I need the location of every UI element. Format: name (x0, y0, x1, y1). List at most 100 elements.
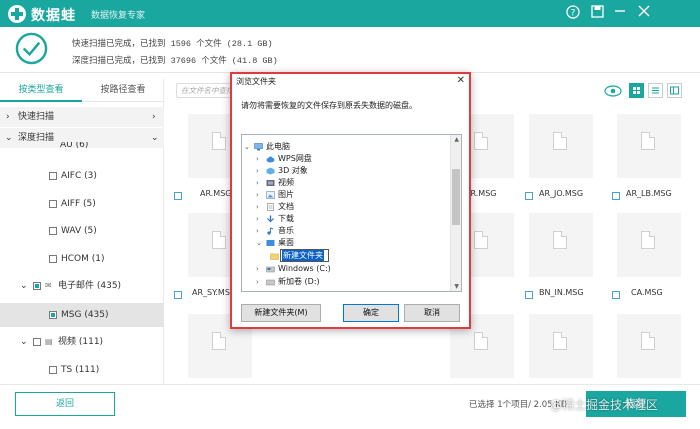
browse-folder-dialog: 浏览文件夹 ✕ 请勿将需要恢复的文件保存到原丢失数据的磁盘。 ⌄ 此电脑 › W… (230, 72, 471, 329)
chevron-down-icon: ⌄ (20, 281, 28, 291)
tree-item-label: 下载 (278, 214, 294, 223)
cloud-icon (266, 156, 275, 163)
help-icon[interactable]: ? (565, 5, 581, 21)
documents-icon (267, 203, 274, 211)
list-view-button[interactable] (648, 83, 663, 98)
sidebar-item-email[interactable]: ⌄ ✉ 电子邮件 (435) (0, 276, 164, 296)
file-thumbnail (617, 213, 681, 277)
drive-icon (266, 266, 275, 273)
scroll-up-icon[interactable]: ▲ (454, 136, 459, 143)
eye-icon[interactable] (604, 85, 622, 97)
checkbox[interactable] (49, 200, 57, 208)
checkbox[interactable] (612, 291, 620, 299)
sidebar-item-msg[interactable]: MSG (435) (0, 303, 164, 327)
sidebar-item-label: HCOM (1) (61, 254, 105, 264)
chevron-right-icon: › (6, 112, 10, 122)
sidebar-item-au[interactable]: AU (6) (0, 142, 164, 156)
svg-text:?: ? (571, 9, 576, 19)
file-name: BN_IN.MSG (539, 288, 584, 297)
grid-view-button[interactable] (629, 83, 644, 98)
chevron-right-icon: › (256, 265, 259, 273)
tree-item-label: 音乐 (278, 226, 294, 235)
file-thumbnail (529, 114, 593, 178)
checkbox[interactable] (49, 311, 57, 319)
sidebar-item-label: WAV (5) (61, 226, 97, 236)
checkbox[interactable] (612, 192, 620, 200)
sidebar-item-label: MSG (435) (61, 310, 109, 320)
checkbox[interactable] (174, 192, 182, 200)
title-bar: 数据蛙 数据恢复专家 ? (0, 0, 700, 27)
sidebar-tabs: 按类型查看 按路径查看 (0, 79, 164, 102)
close-icon[interactable] (636, 5, 652, 21)
grid-icon (633, 87, 640, 94)
document-icon (641, 231, 655, 249)
document-icon (212, 231, 226, 249)
new-folder-button[interactable]: 新建文件夹(M) (241, 304, 321, 322)
file-card[interactable]: BN_IN.MSG (519, 213, 599, 313)
document-icon (641, 332, 655, 350)
sidebar-item-aifc[interactable]: AIFC (3) (0, 166, 164, 186)
minimize-icon[interactable] (612, 5, 628, 21)
scan-summary: 快速扫描已完成，已找到 1596 个文件 (28.1 GB) 深度扫描已完成，已… (0, 27, 700, 73)
tree-scrollbar[interactable]: ▲ ▼ (450, 135, 461, 291)
quick-scan-summary: 快速扫描已完成，已找到 1596 个文件 (28.1 GB) (72, 39, 273, 49)
chevron-right-icon: › (256, 227, 259, 235)
file-card[interactable]: CA.MSG (607, 213, 687, 313)
chevron-down-icon: ⌄ (20, 337, 28, 347)
scrollbar-thumb[interactable] (452, 169, 460, 225)
back-button[interactable]: 返回 (15, 392, 115, 416)
tab-by-type[interactable]: 按类型查看 (0, 79, 82, 102)
sidebar-item-label: AIFC (3) (61, 171, 97, 181)
document-icon (641, 132, 655, 150)
checkbox[interactable] (49, 366, 57, 374)
scroll-down-icon[interactable]: ▼ (454, 283, 459, 290)
sidebar-item-hcom[interactable]: HCOM (1) (0, 249, 164, 269)
save-icon[interactable] (589, 5, 605, 21)
tree-item-label: 文档 (278, 202, 294, 211)
checkbox[interactable] (49, 227, 57, 235)
cancel-button[interactable]: 取消 (404, 304, 460, 322)
tab-by-path[interactable]: 按路径查看 (82, 79, 164, 102)
file-card[interactable] (607, 314, 687, 384)
detail-view-button[interactable] (667, 83, 682, 98)
logo-icon (8, 5, 26, 23)
app-subtitle: 数据恢复专家 (91, 11, 146, 21)
sidebar-item-ts[interactable]: TS (111) (0, 360, 164, 380)
email-icon: ✉ (45, 281, 52, 290)
sidebar-item-video[interactable]: ⌄ ▤ 视频 (111) (0, 332, 164, 352)
checkbox[interactable] (525, 192, 533, 200)
checkbox[interactable] (33, 282, 41, 290)
document-icon (553, 332, 567, 350)
drive-icon (266, 279, 275, 286)
list-icon (652, 87, 659, 94)
checkbox[interactable] (49, 172, 57, 180)
close-icon[interactable]: ✕ (457, 75, 465, 86)
computer-icon (254, 143, 263, 151)
sidebar-item-label: AIFF (5) (61, 199, 96, 209)
sidebar-item-label: 视频 (111) (58, 337, 104, 347)
checkbox[interactable] (525, 291, 533, 299)
watermark: @稀土掘金技术社区 (550, 398, 659, 412)
checkbox[interactable] (174, 291, 182, 299)
tree-item-label: 此电脑 (266, 142, 290, 151)
file-thumbnail (529, 314, 593, 378)
file-name: AR.MSG (200, 189, 232, 198)
checkbox[interactable] (33, 338, 41, 346)
file-card[interactable]: AR_LB.MSG (607, 114, 687, 214)
cube-icon (266, 167, 275, 175)
sidebar-item-label: TS (111) (61, 365, 100, 375)
file-name: AR_JO.MSG (539, 189, 584, 198)
download-icon (267, 215, 274, 223)
checkbox[interactable] (49, 255, 57, 263)
sidebar-item-wav[interactable]: WAV (5) (0, 221, 164, 241)
sidebar-item-quick-scan[interactable]: › 快速扫描 › (0, 107, 164, 127)
chevron-right-icon: › (256, 191, 259, 199)
file-card[interactable] (519, 314, 599, 384)
dialog-message: 请勿将需要恢复的文件保存到原丢失数据的磁盘。 (241, 101, 417, 110)
folder-tree[interactable]: ⌄ 此电脑 › WPS网盘 › 3D 对象 › 视频 › 图片 › 文档 › 下… (241, 134, 462, 292)
ok-button[interactable]: 确定 (343, 304, 399, 322)
file-card[interactable]: AR_JO.MSG (519, 114, 599, 214)
folder-name-input[interactable]: 新建文件夹 (280, 249, 329, 262)
chevron-right-icon: › (256, 215, 259, 223)
sidebar-item-aiff[interactable]: AIFF (5) (0, 194, 164, 214)
